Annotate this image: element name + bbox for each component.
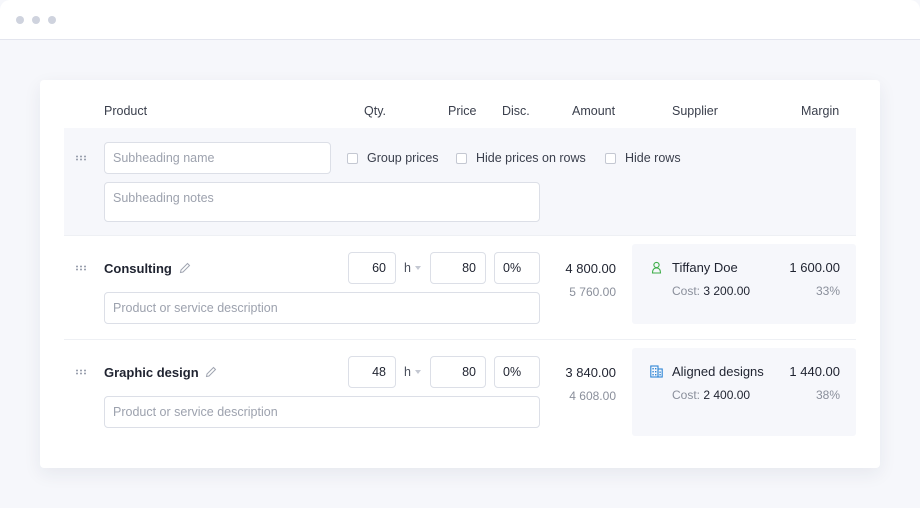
cost-value: 2 400.00	[703, 388, 751, 402]
amount-value: 3 840.00	[565, 365, 616, 380]
price-input[interactable]: 80	[430, 356, 486, 388]
unit-select[interactable]: h	[404, 365, 411, 379]
description-input[interactable]: Product or service description	[104, 292, 540, 324]
column-header-disc: Disc.	[502, 104, 530, 118]
drag-handle-icon[interactable]	[75, 369, 86, 375]
discount-input[interactable]: 0%	[494, 356, 540, 388]
subheading-row: Subheading name Group prices Hide prices…	[64, 128, 856, 235]
checkbox-box[interactable]	[347, 152, 358, 164]
drag-handle-icon[interactable]	[75, 265, 86, 271]
column-header-supplier: Supplier	[672, 104, 718, 118]
row-divider	[64, 235, 856, 236]
app-window: Product Qty. Price Disc. Amount Supplier…	[0, 0, 920, 508]
margin-value: 1 600.00	[789, 260, 840, 275]
qty-input[interactable]: 60	[348, 252, 396, 284]
row-divider	[64, 339, 856, 340]
hide-rows-checkbox[interactable]: Hide rows	[605, 151, 681, 165]
subheading-notes-input[interactable]: Subheading notes	[104, 182, 540, 222]
cost-label: Cost:	[672, 284, 701, 298]
pencil-icon[interactable]	[204, 365, 218, 379]
drag-handle-icon[interactable]	[75, 155, 86, 161]
column-header-product: Product	[104, 104, 148, 118]
pencil-icon[interactable]	[178, 261, 192, 275]
unit-select[interactable]: h	[404, 261, 411, 275]
chevron-down-icon[interactable]	[415, 266, 421, 270]
qty-input[interactable]: 48	[348, 356, 396, 388]
amount-gross-value: 5 760.00	[569, 285, 616, 299]
person-icon	[651, 261, 662, 274]
checkbox-box[interactable]	[605, 152, 616, 164]
hide-prices-on-rows-checkbox[interactable]: Hide prices on rows	[456, 151, 586, 165]
product-name: Consulting	[104, 261, 172, 276]
margin-percent: 33%	[815, 284, 840, 298]
column-header-price: Price	[448, 104, 477, 118]
amount-gross-value: 4 608.00	[569, 389, 616, 403]
subheading-name-input[interactable]: Subheading name	[104, 142, 331, 174]
line-items-card: Product Qty. Price Disc. Amount Supplier…	[40, 80, 880, 468]
supplier-name: Aligned designs	[672, 364, 764, 379]
building-icon	[650, 365, 663, 378]
supplier-name: Tiffany Doe	[672, 260, 738, 275]
supplier-panel[interactable]: Aligned designs 1 440.00 Cost: 2 400.00 …	[632, 348, 856, 436]
supplier-cost: Cost: 3 200.00	[672, 284, 750, 298]
cost-value: 3 200.00	[703, 284, 751, 298]
checkbox-label: Hide rows	[625, 151, 681, 165]
amount-value: 4 800.00	[565, 261, 616, 276]
chevron-down-icon[interactable]	[415, 370, 421, 374]
product-name: Graphic design	[104, 365, 199, 380]
supplier-panel[interactable]: Tiffany Doe 1 600.00 Cost: 3 200.00 33%	[632, 244, 856, 324]
column-header-margin: Margin	[801, 104, 840, 118]
price-input[interactable]: 80	[430, 252, 486, 284]
description-input[interactable]: Product or service description	[104, 396, 540, 428]
supplier-cost: Cost: 2 400.00	[672, 388, 750, 402]
window-control-dot[interactable]	[32, 16, 40, 24]
window-control-dot[interactable]	[16, 16, 24, 24]
discount-input[interactable]: 0%	[494, 252, 540, 284]
column-header-qty: Qty.	[364, 104, 386, 118]
window-control-dot[interactable]	[48, 16, 56, 24]
group-prices-checkbox[interactable]: Group prices	[347, 151, 439, 165]
margin-percent: 38%	[815, 388, 840, 402]
checkbox-label: Group prices	[367, 151, 439, 165]
checkbox-box[interactable]	[456, 152, 467, 164]
title-bar	[0, 0, 920, 40]
cost-label: Cost:	[672, 388, 701, 402]
margin-value: 1 440.00	[789, 364, 840, 379]
column-header-amount: Amount	[572, 104, 616, 118]
checkbox-label: Hide prices on rows	[476, 151, 586, 165]
